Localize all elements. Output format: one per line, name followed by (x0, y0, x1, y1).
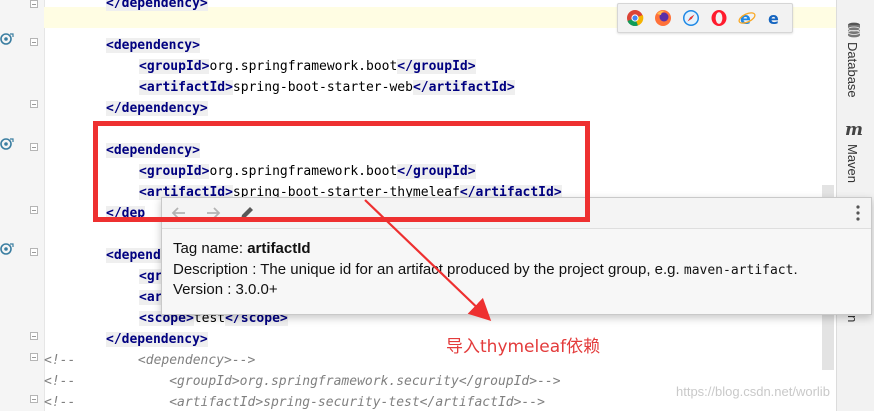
description-label: Description : (173, 261, 261, 278)
fold-marker[interactable] (30, 38, 38, 46)
xml-tag: </groupId> (397, 59, 476, 74)
fold-marker[interactable] (30, 0, 38, 8)
description-text: The unique id for an artifact produced b… (260, 261, 684, 278)
fold-marker[interactable] (30, 332, 38, 340)
watermark: https://blog.csdn.net/worlib (676, 384, 830, 399)
tag-name-value: artifactId (247, 240, 311, 257)
edge-icon[interactable]: e (766, 9, 784, 27)
xml-comment: <!-- <groupId>org.springframework.securi… (44, 374, 561, 389)
code-line[interactable]: <depend (44, 245, 161, 266)
maven-dependency-icon[interactable] (0, 137, 14, 151)
xml-tag: <gr (139, 269, 163, 284)
code-line[interactable]: <artifactId>spring-boot-starter-web</art… (44, 77, 515, 98)
database-icon[interactable] (847, 22, 861, 38)
xml-tag: </artifactId> (412, 80, 515, 95)
more-options-icon[interactable] (848, 203, 868, 223)
xml-tag: <artifactId> (139, 80, 233, 95)
maven-tab[interactable]: Maven (845, 144, 860, 183)
code-line[interactable]: <dependency> (44, 35, 200, 56)
xml-tag: </dependency> (106, 332, 208, 347)
opera-icon[interactable] (710, 9, 728, 27)
tag-name-line: Tag name: artifactId (173, 240, 311, 257)
highlight-box (93, 121, 590, 222)
svg-text:e: e (740, 9, 751, 27)
chrome-icon[interactable] (626, 9, 644, 27)
tag-name-label: Tag name: (173, 240, 248, 257)
xml-tag: </dependency> (106, 101, 208, 116)
svg-text:e: e (768, 9, 779, 27)
code-line[interactable]: <groupId>org.springframework.boot</group… (44, 56, 476, 77)
internet-explorer-icon[interactable]: e (738, 9, 756, 27)
maven-icon[interactable]: m (845, 120, 863, 140)
xml-comment: <!-- <dependency>--> (44, 353, 256, 368)
xml-tag: </dependency> (106, 0, 208, 11)
code-line[interactable]: <!-- <dependency>--> (44, 350, 255, 371)
xml-tag: <depend (106, 248, 161, 263)
code-line[interactable]: </dependency> (44, 98, 208, 119)
fold-marker[interactable] (30, 143, 38, 151)
fold-marker[interactable] (30, 353, 38, 361)
xml-tag: <dependency> (106, 38, 200, 53)
description-end: . (793, 261, 798, 278)
code-line[interactable]: <!-- <artifactId>spring-security-test</a… (44, 392, 545, 411)
code-line[interactable]: </dependency> (44, 329, 208, 350)
annotation-label: 导入thymeleaf依赖 (446, 337, 601, 357)
xml-text: org.springframework.boot (209, 59, 398, 74)
maven-dependency-icon[interactable] (0, 242, 14, 256)
version-line: Version : 3.0.0+ (173, 281, 278, 298)
description-line: Description : The unique id for an artif… (173, 261, 798, 278)
firefox-icon[interactable] (654, 9, 672, 27)
code-line[interactable]: <!-- <groupId>org.springframework.securi… (44, 371, 561, 392)
fold-marker[interactable] (30, 395, 38, 403)
code-line[interactable]: <ar (44, 287, 163, 308)
fold-marker[interactable] (30, 248, 38, 256)
browser-preview-bar: e e (617, 3, 793, 33)
fold-marker[interactable] (30, 206, 38, 214)
code-line[interactable]: <gr (44, 266, 163, 287)
xml-comment: <!-- <artifactId>spring-security-test</a… (44, 395, 545, 410)
database-tab[interactable]: Database (845, 42, 860, 98)
xml-tag: <ar (139, 290, 163, 305)
editor-gutter[interactable] (0, 0, 45, 411)
safari-icon[interactable] (682, 9, 700, 27)
xml-text: spring-boot-starter-web (232, 80, 413, 95)
maven-dependency-icon[interactable] (0, 32, 14, 46)
fold-marker[interactable] (30, 100, 38, 108)
description-code: maven-artifact (683, 263, 794, 278)
xml-tag: <groupId> (139, 59, 210, 74)
code-line[interactable]: </dependency> (44, 0, 208, 14)
